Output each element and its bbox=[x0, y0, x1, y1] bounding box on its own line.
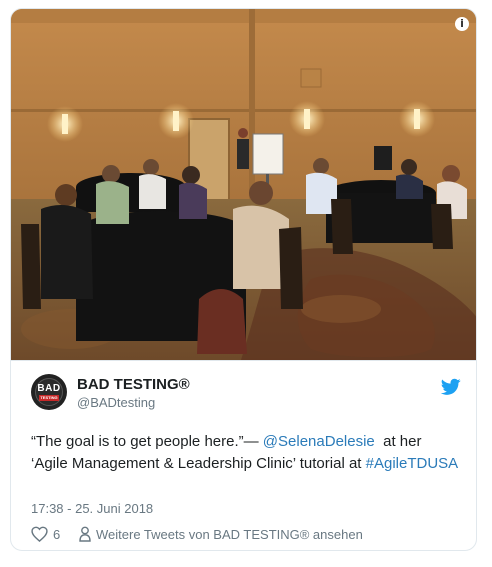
avatar-logo-subtext: TESTING bbox=[39, 395, 59, 401]
more-tweets-label: Weitere Tweets von BAD TESTING® ansehen bbox=[96, 526, 363, 542]
tweet-text-part: “The goal is to get people here.”— bbox=[31, 433, 263, 450]
heart-icon bbox=[31, 526, 48, 542]
like-button[interactable]: 6 bbox=[31, 523, 60, 545]
tweet-timestamp[interactable]: 17:38 - 25. Juni 2018 bbox=[31, 501, 153, 516]
hashtag-link[interactable]: #AgileTDUSA bbox=[366, 455, 459, 472]
photo-divider bbox=[11, 360, 476, 361]
avatar-logo-text: BAD bbox=[37, 383, 61, 394]
tweet-text: “The goal is to get people here.”— @Sele… bbox=[31, 431, 461, 475]
tweet-header: BAD TESTING BAD TESTING® @BADtesting bbox=[31, 374, 461, 414]
like-count: 6 bbox=[53, 526, 61, 542]
tweet-photo[interactable]: i bbox=[11, 9, 476, 360]
user-handle[interactable]: @BADtesting bbox=[77, 395, 155, 410]
person-icon bbox=[79, 526, 91, 542]
conference-room-photo bbox=[11, 9, 476, 360]
info-icon[interactable]: i bbox=[455, 17, 469, 31]
mention-link[interactable]: @SelenaDelesie bbox=[263, 433, 375, 450]
twitter-bird-icon[interactable] bbox=[441, 378, 461, 396]
avatar[interactable]: BAD TESTING bbox=[31, 374, 67, 410]
tweet-card: i BAD TESTING BAD TESTING® @BADtesting “… bbox=[10, 8, 477, 551]
display-name[interactable]: BAD TESTING® bbox=[77, 376, 190, 393]
more-tweets-link[interactable]: Weitere Tweets von BAD TESTING® ansehen bbox=[79, 523, 363, 545]
